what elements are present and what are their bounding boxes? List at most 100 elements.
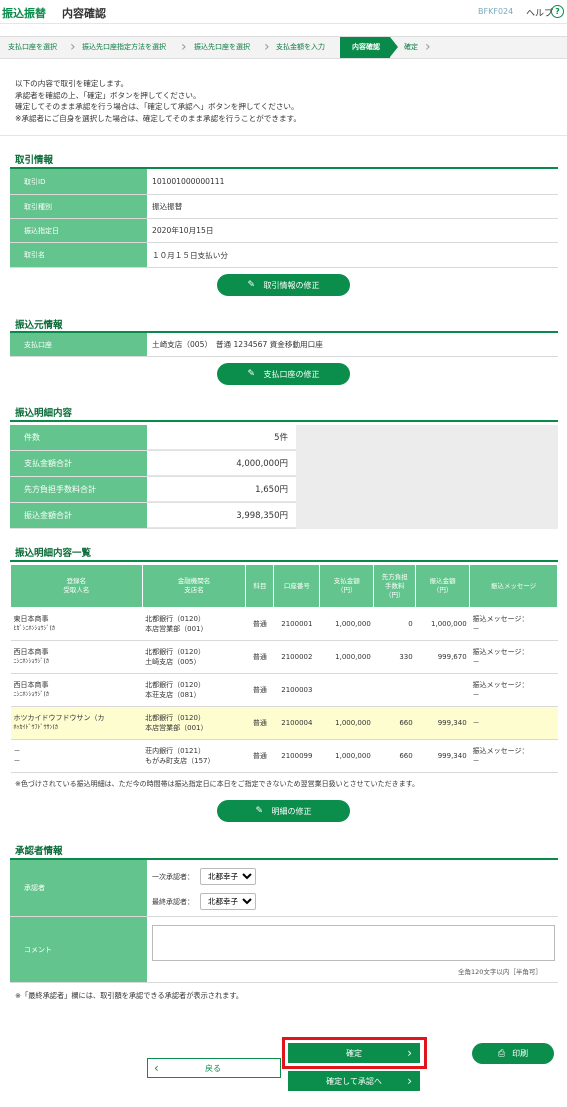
- row-label: 取引ID: [10, 169, 147, 194]
- table-row: －－ 荘内銀行（0121） もがみ町支店（157） 普通 2100099 1,00…: [10, 739, 558, 773]
- step-6: 確定: [404, 43, 418, 51]
- info-row: 取引種別 振込振替: [10, 195, 558, 219]
- first-approver-select[interactable]: 北都幸子: [200, 868, 256, 885]
- step-5-current: 内容確認: [340, 37, 398, 58]
- table-header-row: 登録名 受取人名 金融機関名 支店名 科目 口座番号 支払金額 （円） 先方負担 手数料…: [10, 564, 558, 608]
- screen-code: BFKF024: [478, 7, 514, 16]
- table-row: 西日本商事 ﾆｼﾆﾎﾝｼｮｳｼﾞ(ｶ 北都銀行（0120） 土崎支店（005） 普通…: [10, 640, 558, 674]
- chevron-right-icon: ›: [181, 39, 187, 55]
- print-button[interactable]: ⎙ 印刷: [472, 1043, 554, 1064]
- step-3: 振込先口座を選択: [194, 43, 250, 51]
- step-4: 支払金額を入力: [276, 43, 325, 51]
- cell-pay: 1,000,000: [319, 607, 374, 641]
- cell-type: 普通: [245, 673, 274, 707]
- cell-bank: 荘内銀行（0121） もがみ町支店（157）: [142, 739, 246, 773]
- edit-transaction-button[interactable]: ✎ 取引情報の修正: [217, 274, 350, 296]
- button-label: 戻る: [205, 1063, 221, 1073]
- approver-note: ※「最終承認者」欄には、取引額を承認できる承認者が表示されます。: [15, 991, 243, 1000]
- approver-section-title: 承認者情報: [15, 846, 63, 857]
- transaction-id: 101001000000111: [152, 177, 225, 186]
- cell-message: 振込メッセージ：－: [469, 640, 558, 674]
- pencil-icon: ✎: [247, 279, 256, 290]
- confirm-button[interactable]: 確定 ›: [288, 1043, 420, 1063]
- edit-source-account-button[interactable]: ✎ 支払口座の修正: [217, 363, 350, 385]
- cell-name: 東日本商事 ﾋｶﾞｼﾆﾎﾝｼｮｳｼﾞ(ｶ: [10, 607, 143, 641]
- intro-text: 以下の内容で取引を確定します。 承認者を確認の上、「確定」ボタンを押してください…: [0, 67, 567, 136]
- cell-account: 2100004: [273, 706, 320, 740]
- col-header-fee: 先方負担 手数料 （円）: [373, 564, 417, 608]
- cell-message: －: [469, 706, 558, 740]
- cell-type: 普通: [245, 607, 274, 641]
- intro-line: 以下の内容で取引を確定します。: [15, 79, 129, 88]
- info-row: 振込指定日 2020年10月15日: [10, 219, 558, 243]
- step-1: 支払口座を選択: [8, 43, 57, 51]
- button-label: 印刷: [512, 1049, 529, 1058]
- cell-amount: 999,670: [415, 640, 470, 674]
- transfer-date: 2020年10月15日: [152, 226, 214, 235]
- cell-amount: 999,340: [415, 739, 470, 773]
- col-header-account: 口座番号: [273, 564, 321, 608]
- cell-type: 普通: [245, 706, 274, 740]
- intro-line: 確定してそのまま承認を行う場合は、「確定して承認へ」ボタンを押してください。: [15, 102, 299, 111]
- total-payment-value: 4,000,000円: [147, 451, 296, 476]
- row-label: 支払金額合計: [10, 451, 147, 476]
- final-approver-select[interactable]: 北都幸子: [200, 893, 256, 910]
- page-title: 内容確認: [62, 7, 106, 20]
- chevron-right-icon: ›: [407, 1046, 412, 1060]
- cell-type: 普通: [245, 640, 274, 674]
- col-header-bank: 金融機関名 支店名: [141, 564, 247, 608]
- row-label: 先方負担手数料合計: [10, 477, 147, 502]
- row-label: 取引名: [10, 243, 147, 267]
- cell-message: 振込メッセージ：－: [469, 673, 558, 707]
- row-label: 支払口座: [10, 333, 147, 356]
- list-section-title: 振込明細内容一覧: [15, 548, 92, 559]
- cell-account: 2100099: [273, 739, 320, 773]
- count-value: 5件: [147, 425, 296, 450]
- cell-bank: 北都銀行（0120） 本店営業部（001）: [142, 607, 246, 641]
- edit-details-button[interactable]: ✎ 明細の修正: [217, 800, 350, 822]
- cell-fee: 660: [373, 739, 416, 773]
- chevron-right-icon: ›: [425, 39, 431, 55]
- cell-bank: 北都銀行（0120） 本店営業部（001）: [142, 706, 246, 740]
- cell-pay: 1,000,000: [319, 640, 374, 674]
- app-title: 振込振替: [2, 7, 46, 20]
- confirm-and-approve-button[interactable]: 確定して承認へ ›: [288, 1071, 420, 1091]
- back-button[interactable]: ‹ 戻る: [147, 1058, 281, 1078]
- summary-row: 件数 5件: [10, 425, 296, 451]
- source-account: 土崎支店（005） 普通 1234567 資金移動用口座: [152, 340, 323, 349]
- button-label: 明細の修正: [271, 806, 312, 816]
- intro-line: ※承認者にご自身を選択した場合は、確定してそのまま承認を行うことができます。: [15, 113, 301, 123]
- cell-message: 振込メッセージ：－: [469, 607, 558, 641]
- row-label: コメント: [10, 917, 147, 982]
- chevron-right-icon: ›: [407, 1074, 412, 1088]
- cell-pay: 1,000,000: [319, 739, 374, 773]
- help-link[interactable]: ヘルプ: [526, 6, 553, 19]
- button-label: 支払口座の修正: [263, 369, 320, 379]
- row-label: 承認者: [10, 860, 147, 916]
- cell-name: ホツカイドウフドウサン（カ ﾎｯｶｲﾄﾞｳﾌﾄﾞｳｻﾝ(ｶ: [10, 706, 143, 740]
- row-label: 取引種別: [10, 195, 147, 218]
- summary-filler: [296, 425, 558, 529]
- col-header-amount: 振込金額 （円）: [415, 564, 471, 608]
- cell-bank: 北都銀行（0120） 本荘支店（081）: [142, 673, 246, 707]
- cell-fee: 330: [373, 640, 416, 674]
- intro-line: 承認者を確認の上、「確定」ボタンを押してください。: [15, 90, 201, 100]
- summary-row: 先方負担手数料合計 1,650円: [10, 477, 296, 503]
- progress-steps: 支払口座を選択 › 振込先口座指定方法を選択 › 振込先口座を選択 › 支払金額…: [0, 36, 567, 59]
- transaction-name: １０月１５日支払い分: [152, 250, 228, 260]
- transaction-type: 振込振替: [152, 202, 183, 211]
- pencil-icon: ✎: [247, 368, 256, 379]
- row-label: 振込金額合計: [10, 503, 147, 528]
- cell-fee: 660: [373, 706, 416, 740]
- col-header-name: 登録名 受取人名: [10, 564, 143, 608]
- cell-amount: 1,000,000: [415, 607, 470, 641]
- step-2: 振込先口座指定方法を選択: [82, 43, 166, 51]
- summary-row: 振込金額合計 3,998,350円: [10, 503, 296, 529]
- help-icon[interactable]: ?: [551, 5, 564, 18]
- comment-textarea[interactable]: [152, 925, 555, 961]
- section-divider: [10, 420, 558, 422]
- col-header-message: 振込メッセージ: [469, 564, 558, 608]
- cell-amount: 999,340: [415, 706, 470, 740]
- highlight-note: ※色づけされている振込明細は、ただ今の時間帯は振込指定日に本日をご指定できないた…: [15, 780, 419, 788]
- first-approver-label: 一次承認者：: [152, 873, 194, 881]
